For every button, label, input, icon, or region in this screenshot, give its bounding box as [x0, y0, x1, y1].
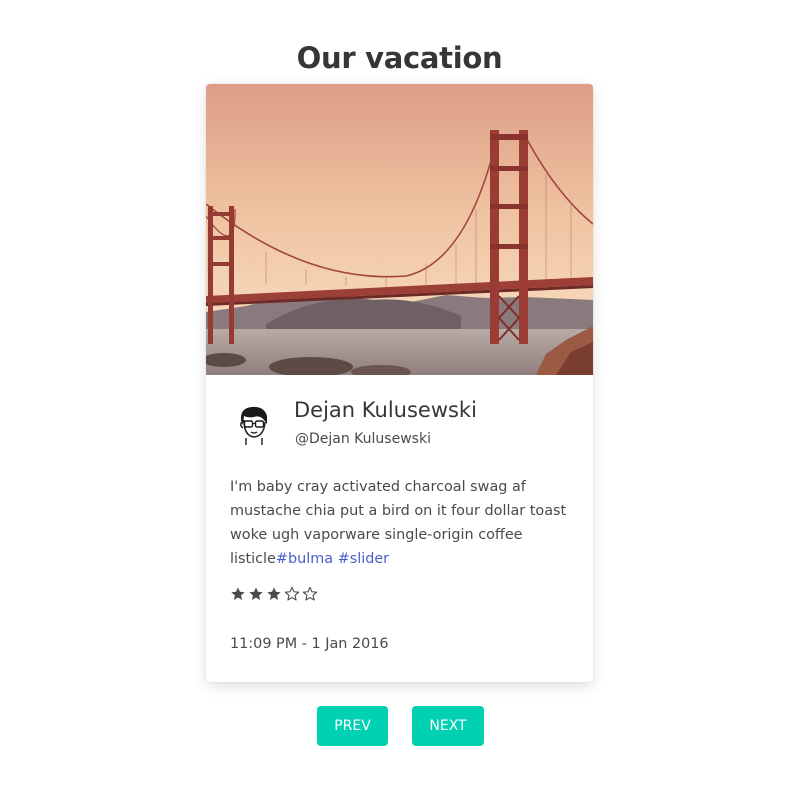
prev-button[interactable]: PREV [317, 706, 388, 746]
page-title: Our vacation [296, 41, 503, 76]
star-empty-icon [302, 586, 318, 601]
golden-gate-bridge-photo [206, 84, 593, 375]
star-filled-icon [267, 587, 281, 600]
star-empty-icon [284, 586, 300, 601]
author-handle: @Dejan Kulusewski [295, 431, 431, 447]
star-filled-icon [249, 587, 263, 600]
tag-link-bulma[interactable]: #bulma [276, 551, 333, 567]
post-date: 11:09 PM - 1 Jan 2016 [230, 636, 389, 652]
slide-card: Dejan Kulusewski @Dejan Kulusewski I'm b… [206, 84, 593, 682]
card-text: I'm baby cray activated charcoal swag af… [230, 475, 575, 571]
avatar-icon [231, 401, 277, 447]
next-button[interactable]: NEXT [412, 706, 484, 746]
tag-link-slider[interactable]: #slider [338, 551, 389, 567]
star-rating [230, 586, 318, 602]
star-filled-icon [231, 587, 245, 600]
author-name: Dejan Kulusewski [294, 398, 477, 422]
